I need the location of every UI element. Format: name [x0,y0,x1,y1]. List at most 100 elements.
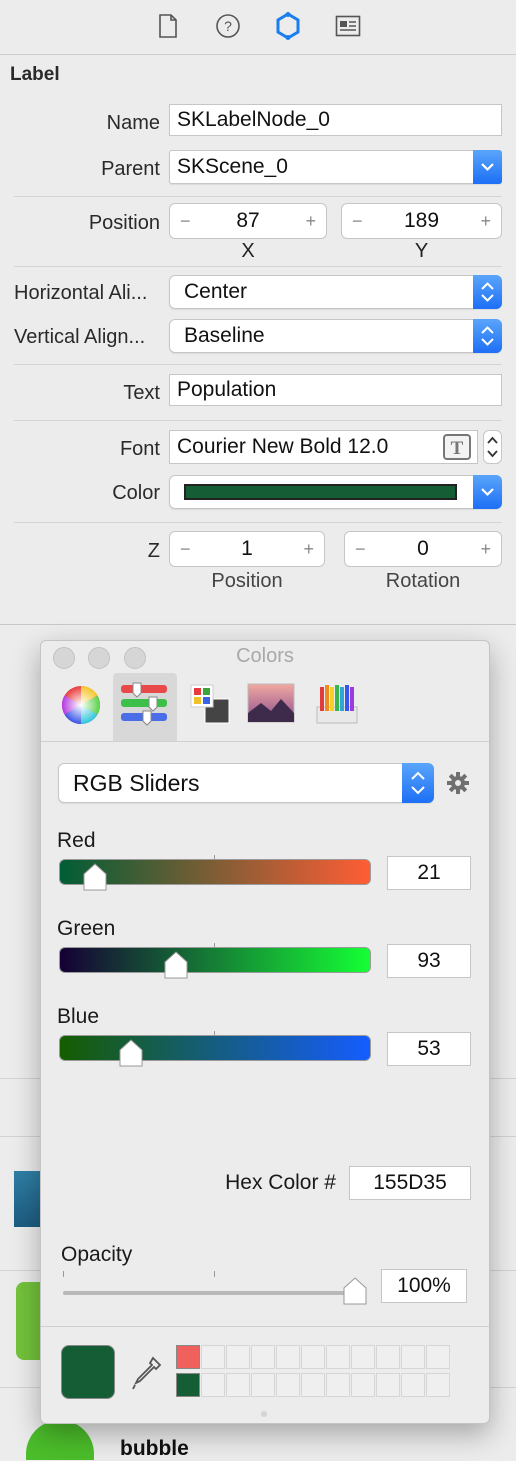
name-label: Name [106,112,160,134]
swatch-cell[interactable] [276,1345,300,1369]
color-mode-select[interactable]: RGB Sliders [58,763,434,803]
color-well-select[interactable] [169,475,502,509]
eyedropper-icon[interactable] [131,1355,163,1391]
divider [14,266,502,267]
pencils-icon[interactable] [315,681,359,727]
chevron-down-icon [473,475,502,509]
swatch-cell[interactable] [401,1373,425,1397]
vertical-alignment-select[interactable]: Baseline [169,319,502,353]
color-sliders-tab[interactable] [113,673,177,741]
vertical-alignment-value: Baseline [184,324,265,347]
tick-mark [214,1271,215,1277]
horizontal-alignment-select[interactable]: Center [169,275,502,309]
help-icon[interactable]: ? [214,12,242,40]
z-rotation-stepper[interactable]: − 0 + [344,531,502,567]
vertical-alignment-label: Vertical Align... [14,326,146,348]
z-label: Z [147,540,160,562]
red-value-field[interactable]: 21 [387,856,471,890]
plus-icon[interactable]: + [305,204,316,238]
swatch-cell[interactable] [176,1373,200,1397]
divider [14,364,502,365]
opacity-value-field[interactable]: 100% [381,1269,467,1303]
z-position-stepper[interactable]: − 1 + [169,531,325,567]
swatch-cell[interactable] [301,1373,325,1397]
swatch-cell[interactable] [326,1345,350,1369]
name-field[interactable]: SKLabelNode_0 [169,104,502,136]
swatch-cell[interactable] [376,1345,400,1369]
current-color-well[interactable] [61,1345,115,1399]
horizontal-alignment-label: Horizontal Ali... [14,282,148,304]
gear-icon[interactable] [446,771,470,795]
color-label: Color [112,482,160,504]
blue-slider-knob[interactable] [119,1039,143,1067]
swatch-cell[interactable] [301,1345,325,1369]
green-value-field[interactable]: 93 [387,944,471,978]
swatch-cell[interactable] [226,1345,250,1369]
swatch-cell[interactable] [376,1373,400,1397]
swatch-cell[interactable] [426,1373,450,1397]
swatch-cell[interactable] [176,1345,200,1369]
green-slider-knob[interactable] [164,951,188,979]
toolbar-divider [0,54,516,55]
opacity-slider-track[interactable] [63,1291,359,1295]
bubble-thumbnail[interactable] [26,1420,94,1460]
swatch-cell[interactable] [326,1373,350,1397]
text-label: Text [123,382,160,404]
divider [14,522,502,523]
parent-value: SKScene_0 [177,155,288,178]
swatch-cell[interactable] [351,1373,375,1397]
position-x-value: 87 [236,209,260,232]
font-picker-icon[interactable]: T [443,434,471,460]
library-item-thumbnail[interactable] [16,1282,40,1360]
divider [14,420,502,421]
chevron-down-icon [473,150,502,184]
minus-icon[interactable]: − [355,532,366,566]
resize-dot [261,1411,267,1417]
swatch-cell[interactable] [351,1345,375,1369]
parent-select[interactable]: SKScene_0 [169,150,502,184]
blue-slider-track[interactable] [59,1035,371,1061]
swatch-cell[interactable] [251,1345,275,1369]
minus-icon[interactable]: − [180,532,191,566]
swatch-cell[interactable] [251,1373,275,1397]
library-item-thumbnail[interactable] [14,1171,40,1227]
swatch-cell[interactable] [201,1373,225,1397]
file-icon[interactable] [154,12,182,40]
swatch-cell[interactable] [401,1345,425,1369]
z-position-caption: Position [211,570,283,592]
svg-text:?: ? [224,18,232,34]
position-y-stepper[interactable]: − 189 + [341,203,502,239]
panel-title: Colors [236,645,294,667]
image-palettes-icon[interactable] [247,683,295,727]
swatch-cell[interactable] [276,1373,300,1397]
swatch-cell[interactable] [426,1345,450,1369]
minus-icon[interactable]: − [352,204,363,238]
attributes-inspector-icon[interactable] [274,12,302,40]
plus-icon[interactable]: + [480,532,491,566]
blue-value-field[interactable]: 53 [387,1032,471,1066]
opacity-label: Opacity [61,1243,133,1266]
swatch-cell[interactable] [201,1345,225,1369]
position-y-value: 189 [403,209,440,232]
opacity-slider-knob[interactable] [343,1277,367,1305]
color-wheel-icon[interactable] [59,683,103,727]
library-icon[interactable] [334,12,362,40]
color-mode-value: RGB Sliders [73,770,200,796]
position-y-caption: Y [414,240,429,262]
font-size-stepper[interactable] [483,430,502,464]
hex-field[interactable]: 155D35 [349,1166,471,1200]
red-slider-knob[interactable] [83,863,107,891]
z-rotation-caption: Rotation [385,570,461,592]
divider [41,1326,489,1327]
blue-label: Blue [57,1005,100,1028]
text-field[interactable]: Population [169,374,502,406]
library-item-label: bubble [120,1437,189,1460]
plus-icon[interactable]: + [303,532,314,566]
position-x-stepper[interactable]: − 87 + [169,203,327,239]
plus-icon[interactable]: + [480,204,491,238]
green-slider-track[interactable] [59,947,371,973]
color-palettes-icon[interactable] [187,683,231,727]
font-field[interactable]: Courier New Bold 12.0 T [169,430,478,464]
swatch-cell[interactable] [226,1373,250,1397]
minus-icon[interactable]: − [180,204,191,238]
